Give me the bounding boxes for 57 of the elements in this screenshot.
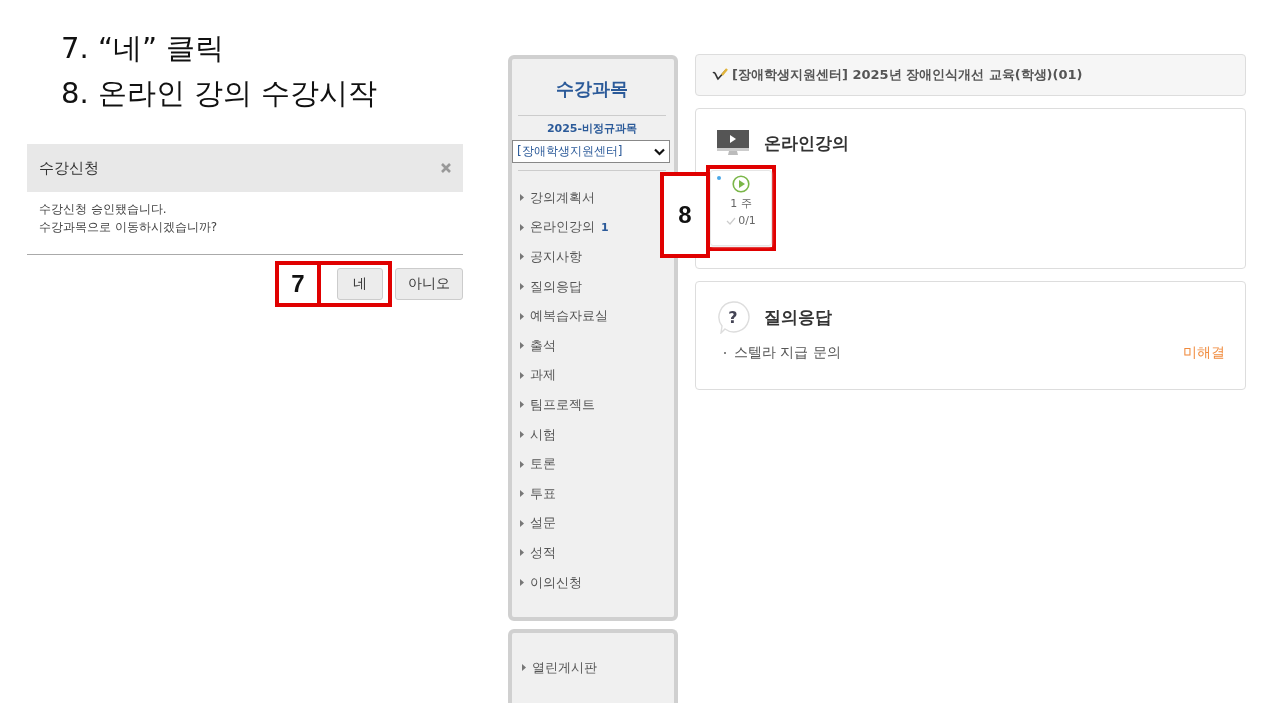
sidebar-item[interactable]: 과제: [530, 366, 556, 385]
bullet-icon: [520, 579, 524, 586]
bullet-icon: [522, 664, 526, 672]
dialog-button[interactable]: 네: [337, 268, 383, 300]
bullet-icon: [520, 490, 524, 498]
step-text: 8. 온라인 강의 수강시작: [61, 75, 379, 112]
play-icon[interactable]: [732, 175, 750, 193]
bullet-icon: [520, 312, 524, 320]
sidebar-item[interactable]: 예복습자료실: [530, 307, 608, 326]
bullet-icon: [520, 342, 524, 350]
dialog-message: 수강신청 승인됐습니다. 수강과목으로 이동하시겠습니까?: [27, 192, 463, 255]
bullet-icon: [520, 283, 524, 291]
sidebar-item[interactable]: 이의신청: [530, 573, 582, 592]
week-label: 1 주: [730, 196, 752, 211]
sidebar-item[interactable]: 설문: [530, 514, 556, 533]
section-title: 질의응답: [764, 305, 832, 329]
sidebar-item[interactable]: 성적: [530, 543, 556, 562]
sidebar-item[interactable]: 강의계획서: [530, 188, 595, 207]
sidebar-title: 수강과목: [518, 67, 666, 116]
bullet-icon: [520, 371, 524, 379]
post-title[interactable]: 스텔라 지급 문의: [734, 344, 1183, 362]
sidebar-item[interactable]: 팀프로젝트: [530, 395, 595, 414]
sidebar-item[interactable]: 열린게시판: [532, 658, 597, 677]
sidebar-item[interactable]: 출석: [530, 336, 556, 355]
bullet-icon: [520, 253, 524, 261]
week-card[interactable]: 1 주 0/1: [710, 170, 772, 246]
sidebar-item[interactable]: 투표: [530, 484, 556, 503]
sidebar-item[interactable]: 토론: [530, 455, 556, 474]
course-title: [장애학생지원센터] 2025년 장애인식개선 교육(학생)(01): [732, 66, 1083, 84]
check-icon: [726, 216, 737, 225]
bullet-icon: [520, 549, 524, 557]
pencil-icon: [712, 68, 728, 82]
step-text: 7. “네” 클릭: [61, 30, 226, 67]
bullet-icon: [520, 519, 524, 527]
section-title: 온라인강의: [764, 131, 849, 155]
sidebar-item[interactable]: 온라인강의: [530, 218, 595, 237]
bullet-icon: [520, 460, 524, 468]
bullet-icon: [520, 401, 524, 409]
bullet-icon: [520, 223, 524, 231]
chevron-icon: [654, 147, 665, 156]
step-number: 7: [275, 261, 321, 307]
progress-text: 0/1: [738, 214, 756, 227]
sidebar-item[interactable]: 공지사항: [530, 248, 582, 266]
bullet-icon: [520, 194, 524, 202]
step-number: 8: [660, 172, 710, 258]
question-icon: ?: [716, 300, 750, 334]
course-select[interactable]: [장애학생지원센터]: [512, 140, 670, 163]
dialog-title: 수강신청: [39, 158, 99, 178]
bullet-icon: [520, 431, 524, 439]
term-label: 2025-비정규과목: [545, 121, 639, 137]
count-label: 1: [601, 220, 609, 234]
sidebar-item[interactable]: 시험: [530, 425, 556, 444]
status-label: 미해결: [1183, 344, 1225, 362]
sidebar-item[interactable]: 질의응답: [530, 277, 582, 296]
dialog-button[interactable]: 아니오: [395, 268, 463, 300]
close-icon[interactable]: [441, 163, 451, 173]
monitor-icon: [716, 129, 750, 157]
